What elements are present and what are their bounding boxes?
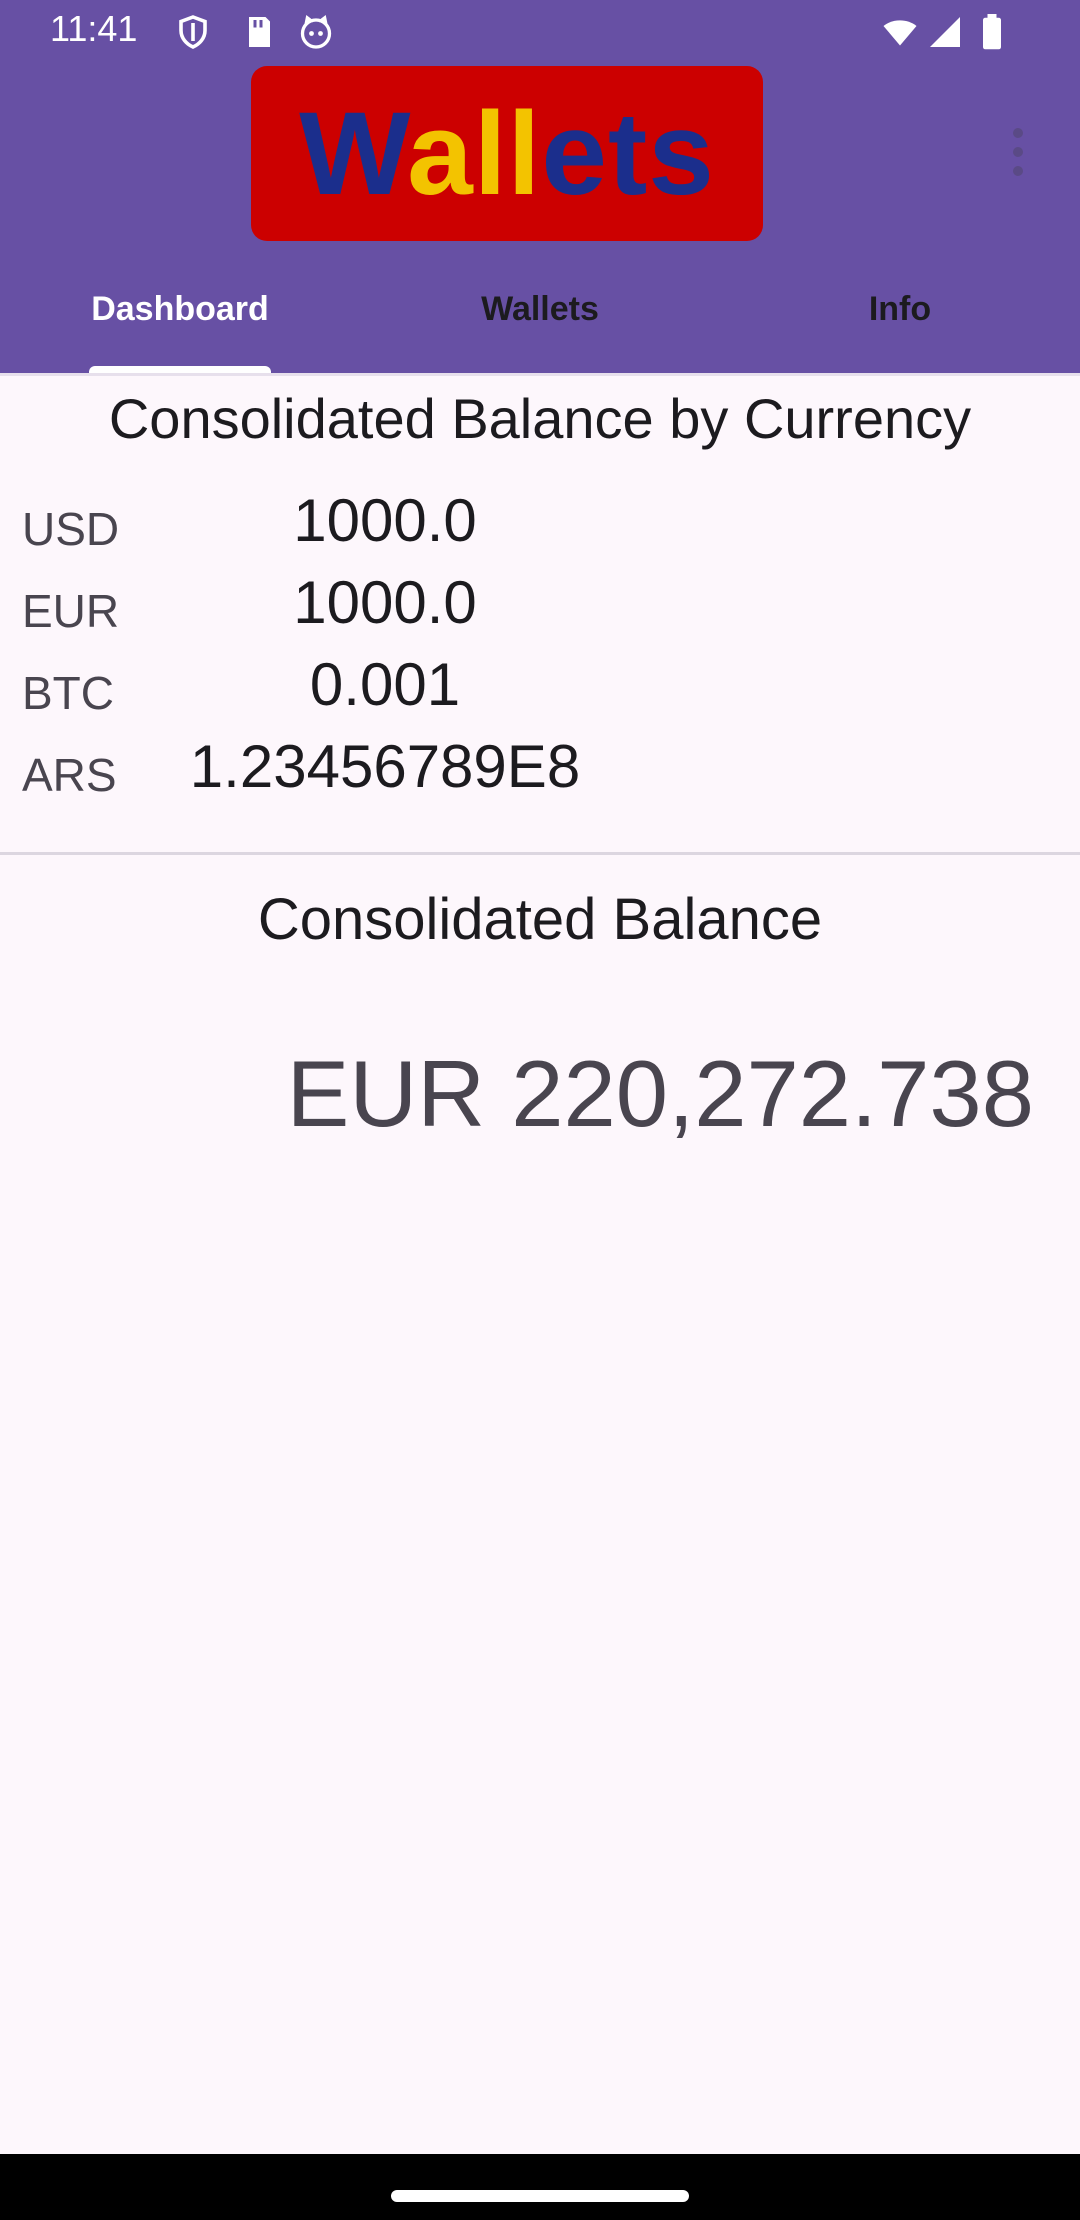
currency-value: 1.23456789E8 [189,733,581,800]
battery-icon [983,14,1001,50]
logo-letter-a: a [407,87,474,220]
currency-value: 1000.0 [293,487,477,554]
currency-row: EUR 1000.0 [0,568,1080,648]
menu-dot [1013,166,1023,176]
status-time: 11:41 [50,8,138,49]
currency-row: BTC 0.001 [0,650,1080,730]
currency-value: 1000.0 [293,569,477,636]
currency-value: 0.001 [309,651,461,718]
shield-icon [179,15,207,49]
more-vert-icon[interactable] [996,128,1040,180]
tab-info[interactable]: Info [720,270,1080,373]
signal-icon [930,17,960,47]
cat-face-icon [300,15,332,49]
tab-bar: Dashboard Wallets Info [0,270,1080,373]
balance-by-currency-title: Consolidated Balance by Currency [108,387,972,450]
consolidated-total: EUR 220,272.738 [286,1041,1034,1146]
currency-code: BTC [22,667,114,719]
wifi-icon [883,20,917,46]
logo-letter-w: W [299,87,408,220]
logo-text: Wallets [299,95,715,213]
divider [0,373,1080,376]
wallets-logo: Wallets [251,66,763,241]
logo-letters-ll: ll [473,87,542,220]
consolidated-balance-title: Consolidated Balance [257,887,823,952]
menu-dot [1013,128,1023,138]
tab-dashboard[interactable]: Dashboard [0,270,360,373]
home-gesture-handle[interactable] [391,2190,689,2202]
sd-card-icon [249,17,270,47]
section-divider [0,852,1080,855]
tab-wallets[interactable]: Wallets [360,270,720,373]
logo-letters-ts: ts [607,87,715,220]
status-bar: 11:41 [0,0,1080,64]
logo-letter-e: e [541,87,608,220]
app-bar: 11:41 Wallets Dashboard Wallets Info [0,0,1080,374]
currency-code: EUR [22,585,120,637]
system-nav-bar [0,2154,1080,2220]
currency-row: ARS 1.23456789E8 [0,732,1080,812]
currency-code: USD [22,503,120,555]
currency-code: ARS [22,749,117,801]
currency-row: USD 1000.0 [0,486,1080,566]
menu-dot [1013,147,1023,157]
